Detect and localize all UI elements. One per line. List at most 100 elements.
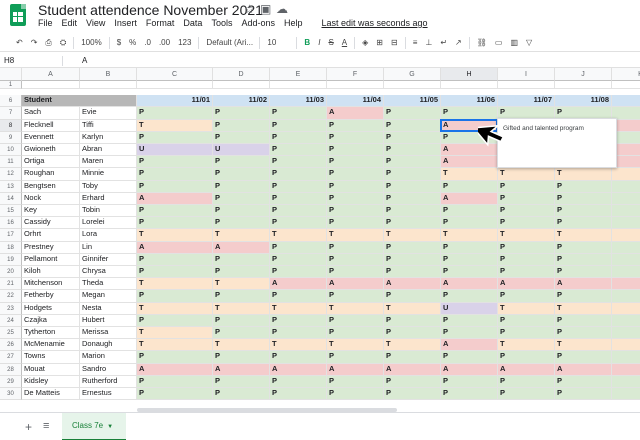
last-edit-link[interactable]: Last edit was seconds ago bbox=[322, 18, 428, 28]
attendance-cell[interactable]: A bbox=[441, 192, 498, 205]
menu-data[interactable]: Data bbox=[183, 18, 202, 28]
attendance-cell[interactable]: P bbox=[213, 290, 270, 303]
attendance-cell[interactable]: P bbox=[441, 314, 498, 327]
table-cell[interactable] bbox=[612, 363, 640, 376]
attendance-cell[interactable]: P bbox=[270, 156, 327, 169]
table-cell[interactable] bbox=[137, 81, 213, 90]
paint-format-icon[interactable]: ⛭ bbox=[56, 38, 70, 48]
attendance-cell[interactable]: P bbox=[555, 388, 612, 400]
decrease-decimal-button[interactable]: .0 bbox=[140, 38, 155, 47]
attendance-cell[interactable]: T bbox=[498, 302, 555, 315]
student-last-name[interactable]: Hodgets bbox=[22, 302, 80, 315]
attendance-cell[interactable]: P bbox=[137, 156, 213, 169]
attendance-cell[interactable]: P bbox=[441, 253, 498, 266]
attendance-cell[interactable]: P bbox=[270, 205, 327, 218]
column-header-a[interactable]: A bbox=[22, 68, 80, 81]
attendance-cell[interactable]: P bbox=[441, 107, 498, 120]
attendance-cell[interactable]: P bbox=[270, 375, 327, 388]
attendance-cell[interactable]: T bbox=[213, 302, 270, 315]
table-cell[interactable] bbox=[612, 180, 640, 193]
attendance-cell[interactable]: T bbox=[498, 339, 555, 352]
text-rotate-icon[interactable]: ↗ bbox=[451, 38, 466, 47]
table-cell[interactable] bbox=[384, 81, 441, 90]
column-header-g[interactable]: G bbox=[384, 68, 441, 81]
table-cell[interactable] bbox=[555, 81, 612, 90]
row-header-7[interactable]: 7 bbox=[0, 107, 22, 120]
attendance-cell[interactable]: T bbox=[213, 278, 270, 291]
attendance-cell[interactable]: A bbox=[137, 363, 213, 376]
folder-icon[interactable]: ▣ bbox=[260, 2, 271, 16]
attendance-cell[interactable]: P bbox=[270, 119, 327, 132]
student-last-name[interactable]: Sach bbox=[22, 107, 80, 120]
student-first-name[interactable]: Toby bbox=[80, 180, 137, 193]
attendance-cell[interactable]: P bbox=[555, 375, 612, 388]
attendance-cell[interactable]: A bbox=[441, 363, 498, 376]
attendance-cell[interactable]: P bbox=[270, 327, 327, 340]
row-header-6[interactable]: 6 bbox=[0, 95, 22, 108]
sheet-tab-caret-icon[interactable]: ▼ bbox=[107, 424, 113, 430]
date-header-cell[interactable]: 11/05 bbox=[384, 95, 441, 108]
attendance-cell[interactable]: P bbox=[137, 351, 213, 364]
attendance-cell[interactable]: P bbox=[555, 205, 612, 218]
attendance-cell[interactable]: P bbox=[137, 107, 213, 120]
attendance-cell[interactable]: P bbox=[270, 217, 327, 230]
student-first-name[interactable]: Chrysa bbox=[80, 266, 137, 279]
attendance-cell[interactable]: A bbox=[555, 278, 612, 291]
column-header-j[interactable]: J bbox=[555, 68, 612, 81]
student-last-name[interactable]: Gwioneth bbox=[22, 144, 80, 157]
star-icon[interactable]: ☆ bbox=[244, 2, 255, 16]
attendance-cell[interactable]: P bbox=[498, 266, 555, 279]
attendance-cell[interactable]: T bbox=[555, 229, 612, 242]
attendance-cell[interactable]: P bbox=[137, 253, 213, 266]
align-vertical-icon[interactable]: ⊥ bbox=[421, 38, 436, 47]
cloud-icon[interactable]: ☁ bbox=[276, 2, 288, 16]
attendance-cell[interactable]: P bbox=[213, 327, 270, 340]
attendance-cell[interactable]: P bbox=[213, 131, 270, 144]
row-header-16[interactable]: 16 bbox=[0, 217, 22, 230]
sheet-tab-class-7e[interactable]: Class 7e ▼ bbox=[62, 413, 126, 440]
attendance-cell[interactable]: P bbox=[498, 290, 555, 303]
row-header-30[interactable]: 30 bbox=[0, 388, 22, 400]
row-header-18[interactable]: 18 bbox=[0, 241, 22, 254]
attendance-cell[interactable]: P bbox=[137, 388, 213, 400]
attendance-cell[interactable]: A bbox=[555, 363, 612, 376]
column-header-e[interactable]: E bbox=[270, 68, 327, 81]
table-cell[interactable] bbox=[612, 95, 640, 108]
table-cell[interactable] bbox=[22, 81, 80, 90]
attendance-cell[interactable]: P bbox=[384, 290, 441, 303]
attendance-cell[interactable]: P bbox=[498, 375, 555, 388]
row-header-13[interactable]: 13 bbox=[0, 180, 22, 193]
menu-tools[interactable]: Tools bbox=[211, 18, 232, 28]
attendance-cell[interactable]: P bbox=[327, 217, 384, 230]
attendance-cell[interactable]: T bbox=[270, 302, 327, 315]
attendance-cell[interactable]: P bbox=[384, 192, 441, 205]
attendance-cell[interactable]: P bbox=[498, 205, 555, 218]
attendance-cell[interactable]: T bbox=[498, 168, 555, 181]
student-first-name[interactable]: Ernestus bbox=[80, 388, 137, 400]
attendance-cell[interactable]: P bbox=[213, 266, 270, 279]
attendance-cell[interactable]: P bbox=[441, 388, 498, 400]
student-first-name[interactable]: Theda bbox=[80, 278, 137, 291]
menu-view[interactable]: View bbox=[86, 18, 105, 28]
menu-edit[interactable]: Edit bbox=[62, 18, 78, 28]
attendance-cell[interactable]: P bbox=[384, 156, 441, 169]
attendance-cell[interactable]: P bbox=[327, 351, 384, 364]
column-header-h[interactable]: H bbox=[441, 68, 498, 81]
attendance-cell[interactable]: A bbox=[270, 278, 327, 291]
row-header-15[interactable]: 15 bbox=[0, 205, 22, 218]
attendance-cell[interactable]: A bbox=[213, 363, 270, 376]
attendance-cell[interactable]: P bbox=[327, 375, 384, 388]
row-header-11[interactable]: 11 bbox=[0, 156, 22, 169]
formula-input[interactable]: A bbox=[82, 56, 87, 65]
zoom-select[interactable]: 100% bbox=[77, 38, 105, 47]
italic-button[interactable]: I bbox=[314, 38, 324, 47]
row-header-25[interactable]: 25 bbox=[0, 327, 22, 340]
redo-icon[interactable]: ↷ bbox=[27, 38, 42, 47]
attendance-cell[interactable]: P bbox=[327, 266, 384, 279]
student-first-name[interactable]: Maren bbox=[80, 156, 137, 169]
attendance-cell[interactable]: P bbox=[384, 241, 441, 254]
table-cell[interactable] bbox=[327, 81, 384, 90]
attendance-cell[interactable]: A bbox=[213, 241, 270, 254]
attendance-cell[interactable]: P bbox=[384, 205, 441, 218]
attendance-cell[interactable]: P bbox=[327, 314, 384, 327]
